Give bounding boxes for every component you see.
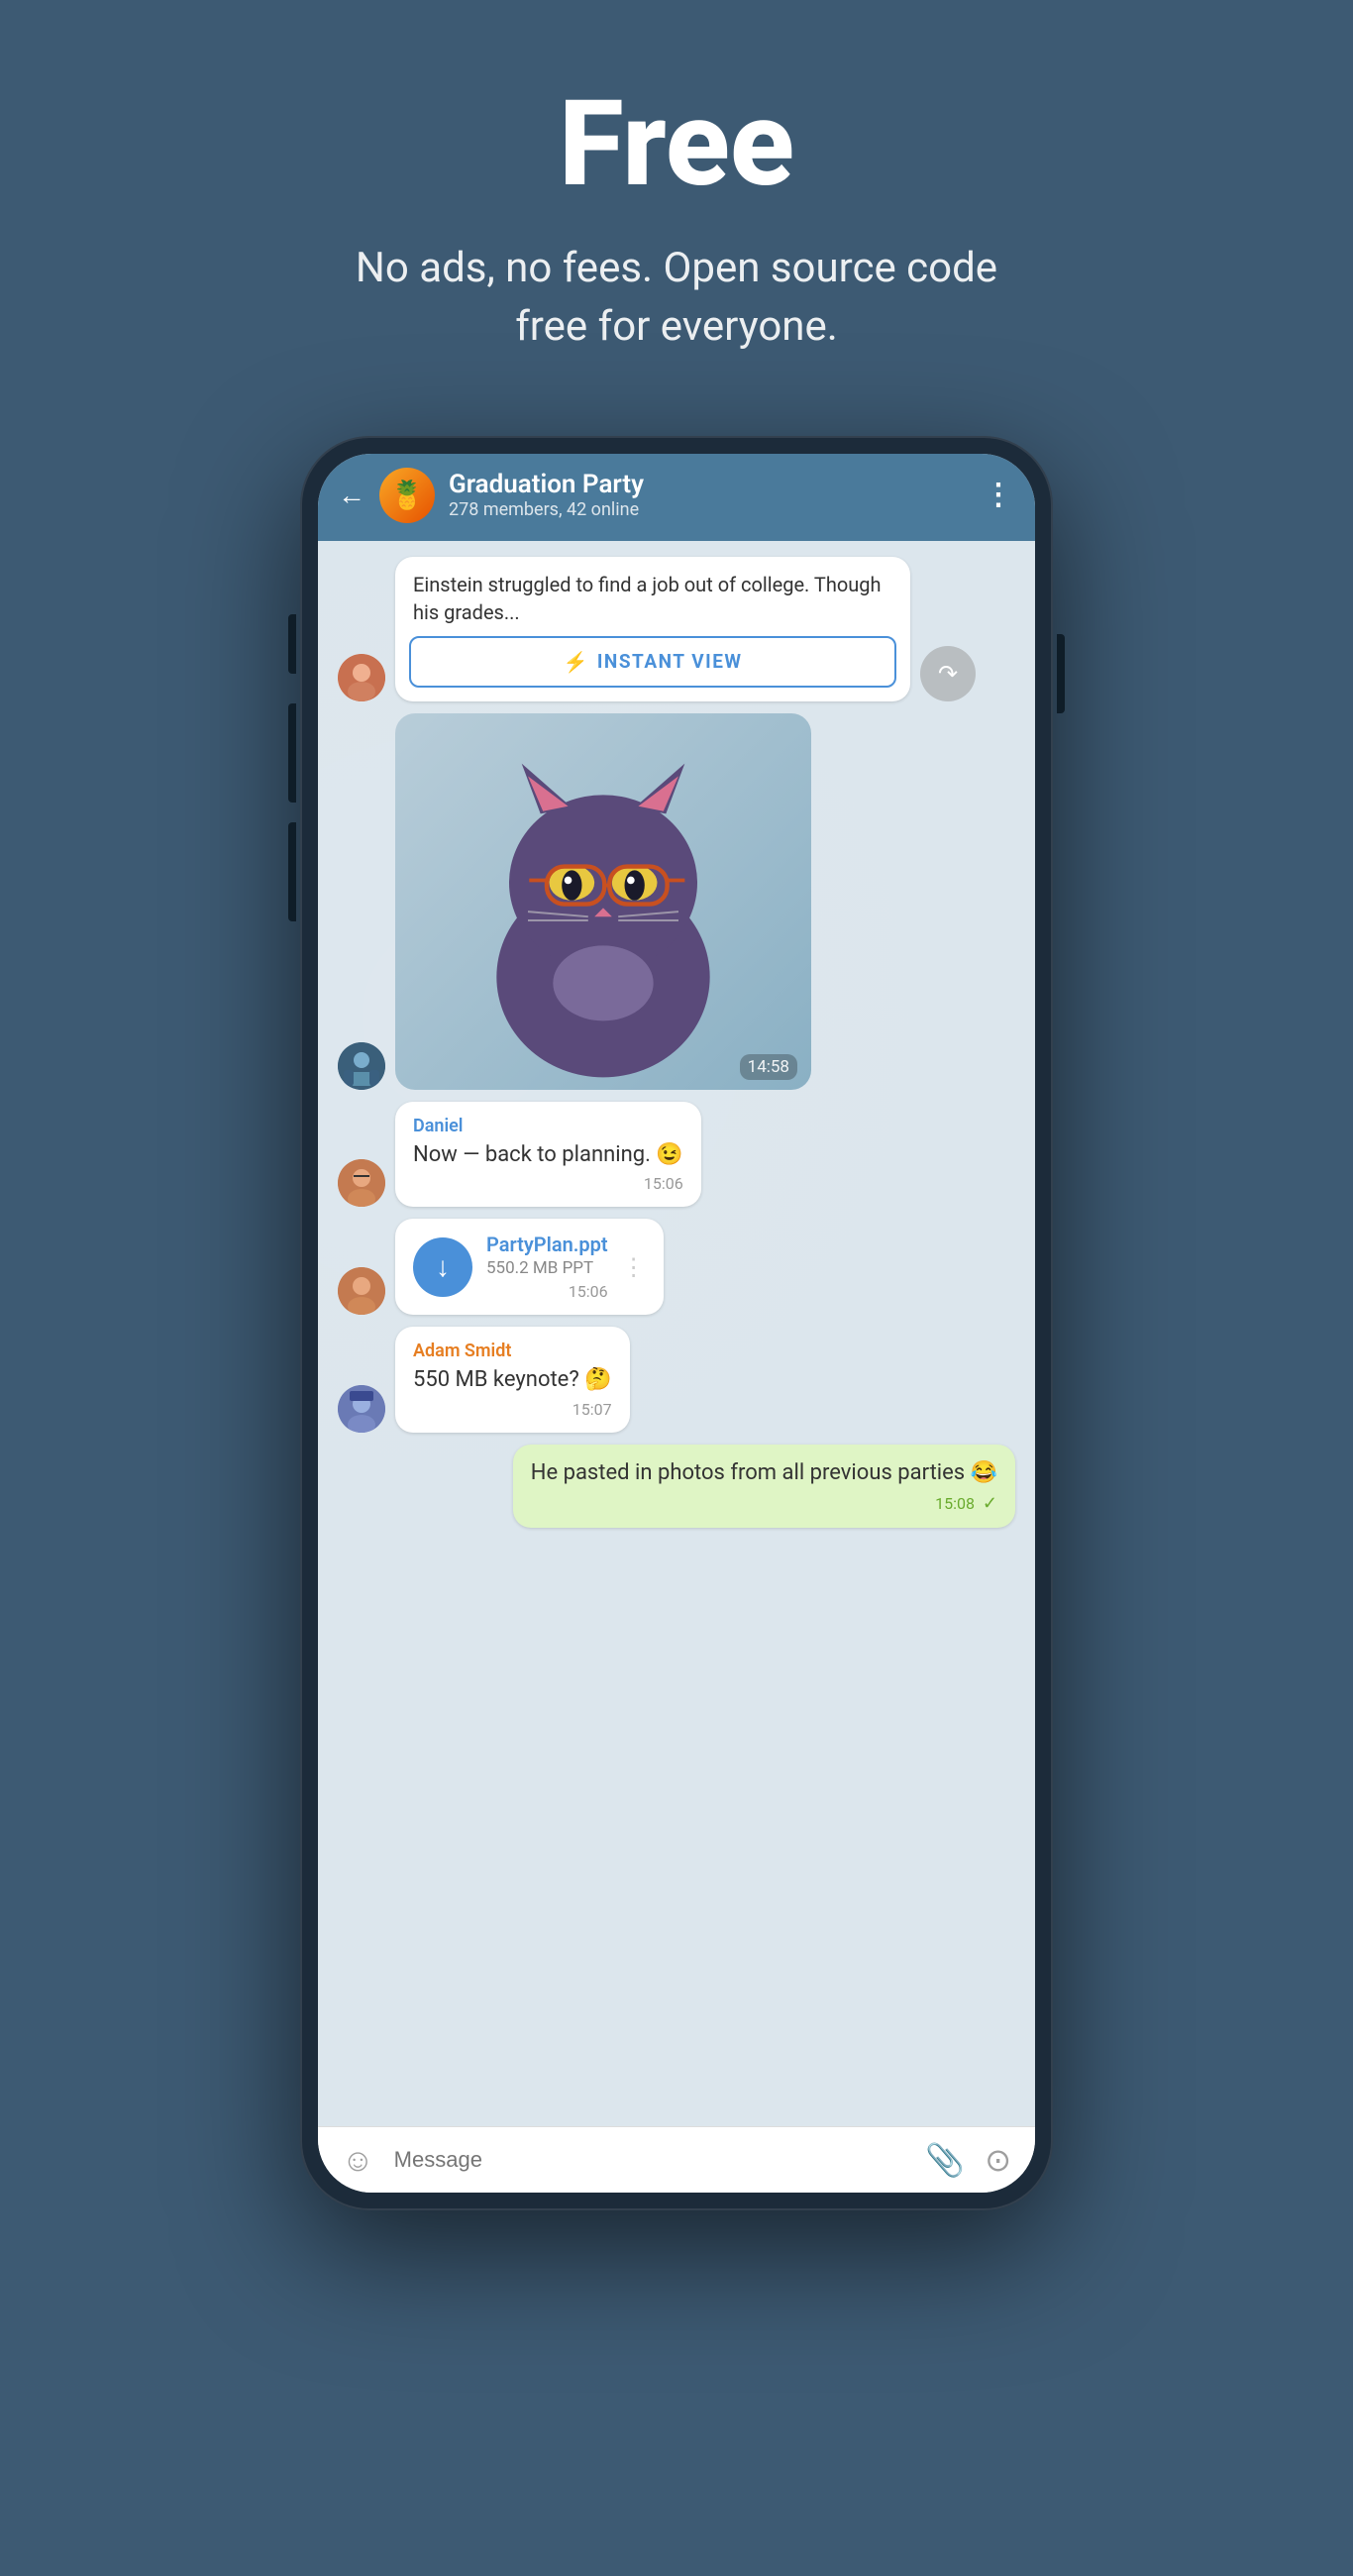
message-row: Einstein struggled to find a job out of … <box>338 557 1015 701</box>
avatar <box>338 1385 385 1433</box>
instant-view-label: INSTANT VIEW <box>597 650 743 673</box>
text-bubble: Adam Smidt 550 MB keynote? 🤔 15:07 <box>395 1327 630 1433</box>
file-name: PartyPlan.ppt <box>486 1233 608 1256</box>
avatar-emoji: 🍍 <box>390 479 425 511</box>
message-row: Adam Smidt 550 MB keynote? 🤔 15:07 <box>338 1327 1015 1433</box>
chat-header: ← 🍍 Graduation Party 278 members, 42 onl… <box>318 454 1035 541</box>
camera-button[interactable]: ⊙ <box>985 2141 1011 2179</box>
message-text: Now — back to planning. 😉 <box>413 1140 683 1171</box>
read-check: ✓ <box>983 1493 997 1514</box>
own-message-row: He pasted in photos from all previous pa… <box>338 1445 1015 1528</box>
chat-info: Graduation Party 278 members, 42 online <box>449 470 970 520</box>
instant-view-button[interactable]: ⚡ INSTANT VIEW <box>409 636 896 688</box>
avatar <box>338 654 385 701</box>
phone-screen: ← 🍍 Graduation Party 278 members, 42 onl… <box>318 454 1035 2193</box>
avatar <box>338 1042 385 1090</box>
article-text: Einstein struggled to find a job out of … <box>395 557 910 636</box>
message-row: ↓ PartyPlan.ppt 550.2 MB PPT 15:06 ⋮ <box>338 1219 1015 1315</box>
chat-menu-button[interactable]: ⋮ <box>984 478 1015 512</box>
message-time: 15:06 <box>486 1282 608 1301</box>
group-meta: 278 members, 42 online <box>449 499 970 520</box>
message-time: 15:07 <box>413 1400 612 1419</box>
power-button <box>1057 634 1065 713</box>
attach-button[interactable]: 📎 <box>925 2141 965 2179</box>
file-size: 550.2 MB PPT <box>486 1258 608 1278</box>
avatar <box>338 1159 385 1207</box>
message-text: He pasted in photos from all previous pa… <box>531 1458 997 1489</box>
file-menu-button[interactable]: ⋮ <box>622 1253 646 1281</box>
hero-section: Free No ads, no fees. Open source code f… <box>290 0 1063 416</box>
hero-subtitle: No ads, no fees. Open source code free f… <box>330 240 1023 357</box>
sender-name: Daniel <box>413 1116 683 1136</box>
message-input[interactable] <box>394 2147 906 2173</box>
message-time: 15:06 <box>413 1174 683 1193</box>
sticker-background: A = πr² V = l³ P = 2πr A = πr³ s = √(r²+… <box>395 713 811 1090</box>
group-name: Graduation Party <box>449 470 970 499</box>
download-button[interactable]: ↓ <box>413 1237 472 1297</box>
group-avatar: 🍍 <box>379 468 435 523</box>
hero-title: Free <box>330 79 1023 210</box>
silent-button <box>288 822 296 921</box>
sticker-message: A = πr² V = l³ P = 2πr A = πr³ s = √(r²+… <box>395 713 811 1090</box>
phone-frame: ← 🍍 Graduation Party 278 members, 42 onl… <box>300 436 1053 2210</box>
article-bubble: Einstein struggled to find a job out of … <box>395 557 910 701</box>
message-text: 550 MB keynote? 🤔 <box>413 1365 612 1396</box>
volume-up-button <box>288 614 296 674</box>
bolt-icon: ⚡ <box>563 650 588 674</box>
volume-down-button <box>288 703 296 803</box>
avatar <box>338 1267 385 1315</box>
download-icon: ↓ <box>436 1250 450 1283</box>
file-bubble: ↓ PartyPlan.ppt 550.2 MB PPT 15:06 ⋮ <box>395 1219 664 1315</box>
messages-area: Einstein struggled to find a job out of … <box>318 541 1035 2126</box>
message-row: Daniel Now — back to planning. 😉 15:06 <box>338 1102 1015 1208</box>
sticker-container: A = πr² V = l³ P = 2πr A = πr³ s = √(r²+… <box>395 713 811 1090</box>
file-info: PartyPlan.ppt 550.2 MB PPT 15:06 <box>486 1233 608 1301</box>
sticker-row: A = πr² V = l³ P = 2πr A = πr³ s = √(r²+… <box>338 713 1015 1090</box>
own-message-bubble: He pasted in photos from all previous pa… <box>513 1445 1015 1528</box>
emoji-button[interactable]: ☺ <box>342 2141 374 2179</box>
back-button[interactable]: ← <box>338 479 365 511</box>
share-icon: ↷ <box>938 660 958 688</box>
cat-sticker <box>395 713 811 1090</box>
share-button[interactable]: ↷ <box>920 646 976 701</box>
message-time: 15:08 ✓ <box>531 1493 997 1514</box>
sender-name: Adam Smidt <box>413 1341 612 1361</box>
text-bubble: Daniel Now — back to planning. 😉 15:06 <box>395 1102 701 1208</box>
phone-wrapper: ← 🍍 Graduation Party 278 members, 42 onl… <box>0 416 1353 2270</box>
input-bar: ☺ 📎 ⊙ <box>318 2126 1035 2193</box>
